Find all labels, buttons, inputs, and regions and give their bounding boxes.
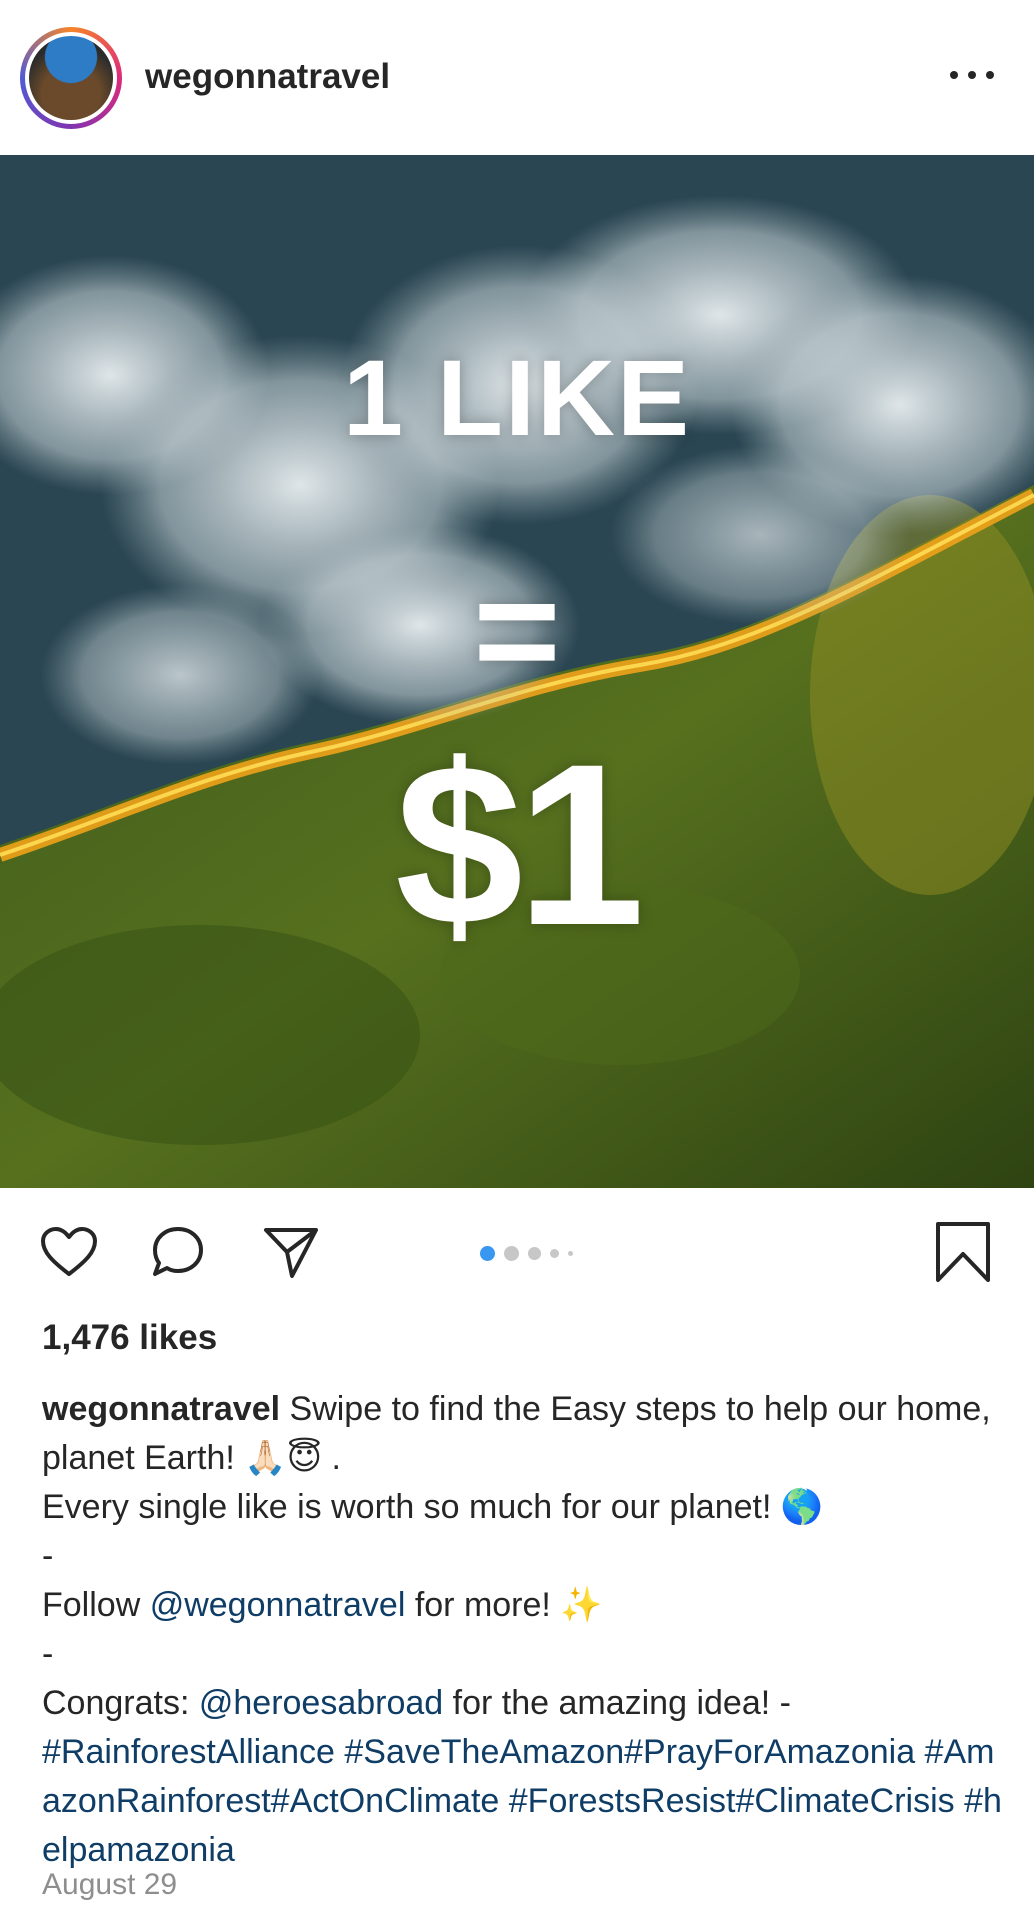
carousel-dot	[550, 1249, 559, 1258]
caption-line: -	[42, 1635, 54, 1673]
heart-icon[interactable]	[40, 1226, 98, 1283]
overlay-like-text: 1 LIKE	[342, 337, 692, 458]
caption-line: wegonnatravel Swipe to find the Easy ste…	[42, 1385, 1002, 1483]
send-icon[interactable]	[262, 1224, 320, 1285]
caption-username[interactable]: wegonnatravel	[42, 1390, 280, 1428]
caption-line: Every single like is worth so much for o…	[42, 1488, 824, 1526]
post-caption: wegonnatravel Swipe to find the Easy ste…	[42, 1385, 1002, 1875]
overlay-equals-text: =	[473, 546, 561, 714]
caption-line: -	[42, 1537, 54, 1575]
mention-link[interactable]: @heroesabroad	[199, 1684, 443, 1722]
caption-line: Congrats: @heroesabroad for the amazing …	[42, 1684, 791, 1722]
hashtags[interactable]: #RainforestAlliance #SaveTheAmazon#PrayF…	[42, 1728, 1002, 1875]
mention-link[interactable]: @wegonnatravel	[150, 1586, 406, 1624]
post-image[interactable]: 1 LIKE = $1	[0, 155, 1034, 1188]
ellipsis-icon[interactable]	[950, 68, 994, 82]
post-username[interactable]: wegonnatravel	[145, 57, 390, 97]
carousel-dot-active	[480, 1246, 495, 1261]
overlay-amount-text: $1	[395, 716, 645, 973]
bookmark-icon[interactable]	[934, 1220, 992, 1289]
post-date: August 29	[42, 1868, 178, 1901]
carousel-dot	[528, 1247, 541, 1260]
avatar[interactable]	[20, 27, 122, 129]
caption-line: Follow @wegonnatravel for more! ✨	[42, 1586, 603, 1624]
post-header: wegonnatravel	[0, 0, 1034, 155]
comment-icon[interactable]	[150, 1224, 206, 1285]
carousel-dot	[504, 1246, 519, 1261]
likes-count[interactable]: 1,476 likes	[42, 1318, 217, 1358]
carousel-dot	[568, 1251, 573, 1256]
avatar-image	[29, 36, 113, 120]
